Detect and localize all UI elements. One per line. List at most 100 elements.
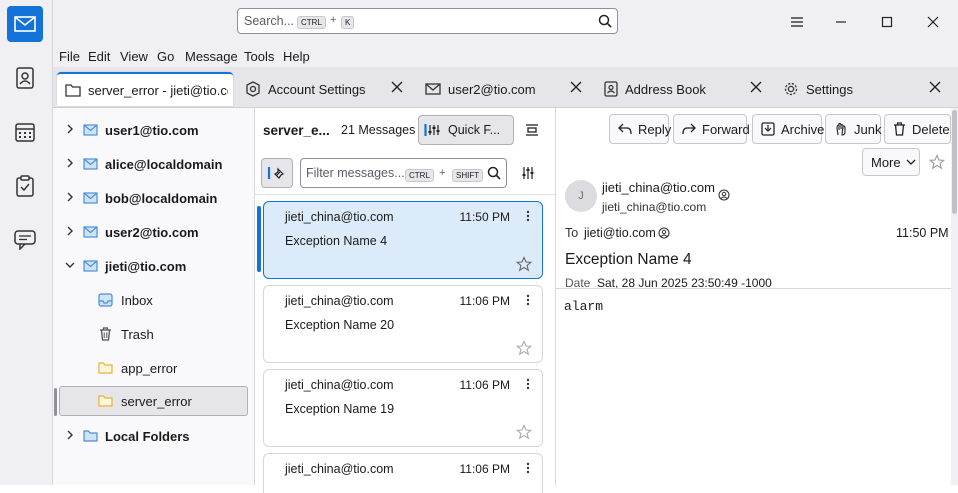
filter-placeholder: Filter messages... (306, 166, 405, 180)
folder-name-header: server_e... (263, 123, 330, 138)
maximize-icon (881, 16, 893, 28)
pin-icon (267, 166, 287, 180)
chevron-right-icon[interactable] (65, 430, 75, 440)
pane-splitter[interactable] (54, 388, 57, 416)
from-name[interactable]: jieti_china@tio.com (602, 180, 715, 195)
filter-settings-icon[interactable] (521, 166, 535, 180)
thread-pane: server_e... 21 Messages Quick F... Filte… (255, 108, 556, 493)
shortcut-key-ctrl: CTRL (297, 16, 326, 29)
reply-button[interactable]: Reply (609, 114, 671, 144)
search-placeholder: Search... (244, 14, 295, 28)
calendar-icon (15, 122, 35, 142)
mail-icon (14, 16, 36, 32)
tab-user2[interactable]: user2@tio.com (423, 72, 583, 106)
folder-label: jieti@tio.com (105, 259, 187, 274)
sticky-filter-button[interactable] (261, 158, 293, 188)
tab-address-book[interactable]: Address Book (603, 72, 753, 106)
calendar-space-button[interactable] (7, 114, 43, 150)
menu-help[interactable]: Help (283, 49, 310, 64)
menu-tools[interactable]: Tools (244, 49, 274, 64)
scrollbar-thumb[interactable] (952, 110, 957, 214)
chat-space-button[interactable] (7, 222, 43, 258)
close-tab-icon[interactable] (390, 80, 404, 94)
folder-trash[interactable]: Trash (53, 319, 255, 349)
list-options-icon[interactable] (525, 123, 539, 137)
folder-server-error[interactable]: server_error (59, 386, 248, 416)
scrollbar[interactable] (951, 108, 958, 485)
filter-messages-input[interactable]: Filter messages... CTRL + SHIFT (300, 158, 507, 188)
menu-go[interactable]: Go (157, 49, 174, 64)
folder-account-user2[interactable]: user2@tio.com (53, 217, 255, 247)
folder-icon (98, 362, 113, 374)
quick-filter-button[interactable]: Quick F... (418, 115, 514, 145)
message-time: 11:50 PM (896, 226, 949, 240)
folder-account-alice[interactable]: alice@localdomain (53, 149, 255, 179)
search-icon[interactable] (598, 14, 612, 28)
folder-account-jieti[interactable]: jieti@tio.com (53, 251, 255, 281)
folder-local-folders[interactable]: Local Folders (53, 421, 255, 451)
chevron-down-icon[interactable] (65, 260, 75, 270)
global-search-input[interactable]: Search... CTRL + K (237, 8, 618, 34)
tab-server-error[interactable]: server_error - jieti@tio.com (57, 72, 233, 106)
spaces-toolbar (0, 0, 53, 485)
delete-button[interactable]: Delete (884, 114, 951, 144)
contact-icon[interactable] (658, 227, 670, 239)
more-options-icon[interactable] (526, 462, 530, 474)
tab-settings[interactable]: Settings (782, 72, 932, 106)
chevron-right-icon[interactable] (65, 226, 75, 236)
avatar-initial: J (578, 190, 584, 202)
app-menu-button[interactable] (785, 10, 809, 34)
menu-edit[interactable]: Edit (88, 49, 110, 64)
star-icon[interactable] (516, 340, 532, 356)
menu-message[interactable]: Message (185, 49, 238, 64)
chevron-right-icon[interactable] (65, 124, 75, 134)
contact-icon[interactable] (718, 189, 730, 201)
mail-icon (83, 158, 98, 170)
to-address[interactable]: jieti@tio.com (584, 226, 656, 240)
message-time: 11:50 PM (459, 210, 510, 224)
chevron-right-icon[interactable] (65, 192, 75, 202)
menu-view[interactable]: View (120, 49, 148, 64)
folder-inbox[interactable]: Inbox (53, 285, 255, 315)
tab-account-settings[interactable]: Account Settings (243, 72, 413, 106)
tab-label: server_error - jieti@tio.com (88, 82, 228, 98)
forward-button[interactable]: Forward (673, 114, 750, 144)
folder-account-user1[interactable]: user1@tio.com (53, 115, 255, 145)
close-tab-icon[interactable] (749, 80, 763, 94)
more-options-icon[interactable] (526, 294, 530, 306)
tasks-icon (16, 175, 34, 197)
close-tab-icon[interactable] (928, 80, 942, 94)
avatar: J (565, 180, 597, 212)
folder-label: user2@tio.com (105, 225, 199, 240)
message-pane: Reply Forward Archive Junk Delete More J… (556, 108, 958, 485)
more-options-icon[interactable] (526, 378, 530, 390)
star-icon[interactable] (516, 256, 532, 272)
address-book-space-button[interactable] (7, 60, 43, 96)
chat-icon (14, 230, 36, 250)
delete-label: Delete (912, 121, 950, 137)
folder-account-bob[interactable]: bob@localdomain (53, 183, 255, 213)
message-card[interactable]: jieti_china@tio.com 11:06 PM (263, 453, 543, 493)
maximize-button[interactable] (875, 10, 899, 34)
more-options-icon[interactable] (526, 210, 530, 222)
mail-space-button[interactable] (7, 6, 43, 42)
chevron-right-icon[interactable] (65, 158, 75, 168)
message-card[interactable]: jieti_china@tio.com 11:06 PM Exception N… (263, 369, 543, 447)
search-icon (487, 166, 501, 180)
message-time: 11:06 PM (459, 378, 510, 392)
minimize-button[interactable] (829, 10, 853, 34)
tasks-space-button[interactable] (7, 168, 43, 204)
close-window-button[interactable] (921, 10, 945, 34)
star-icon[interactable] (516, 424, 532, 440)
folder-app-error[interactable]: app_error (53, 353, 255, 383)
star-icon[interactable] (929, 154, 945, 170)
message-card[interactable]: jieti_china@tio.com 11:50 PM Exception N… (263, 201, 543, 279)
menu-file[interactable]: File (59, 49, 80, 64)
close-tab-icon[interactable] (569, 80, 583, 94)
trash-icon (893, 122, 906, 136)
junk-button[interactable]: Junk (825, 114, 881, 144)
archive-button[interactable]: Archive (752, 114, 824, 144)
message-card[interactable]: jieti_china@tio.com 11:06 PM Exception N… (263, 285, 543, 363)
shortcut-plus: + (330, 14, 337, 26)
more-button[interactable]: More (862, 148, 920, 176)
